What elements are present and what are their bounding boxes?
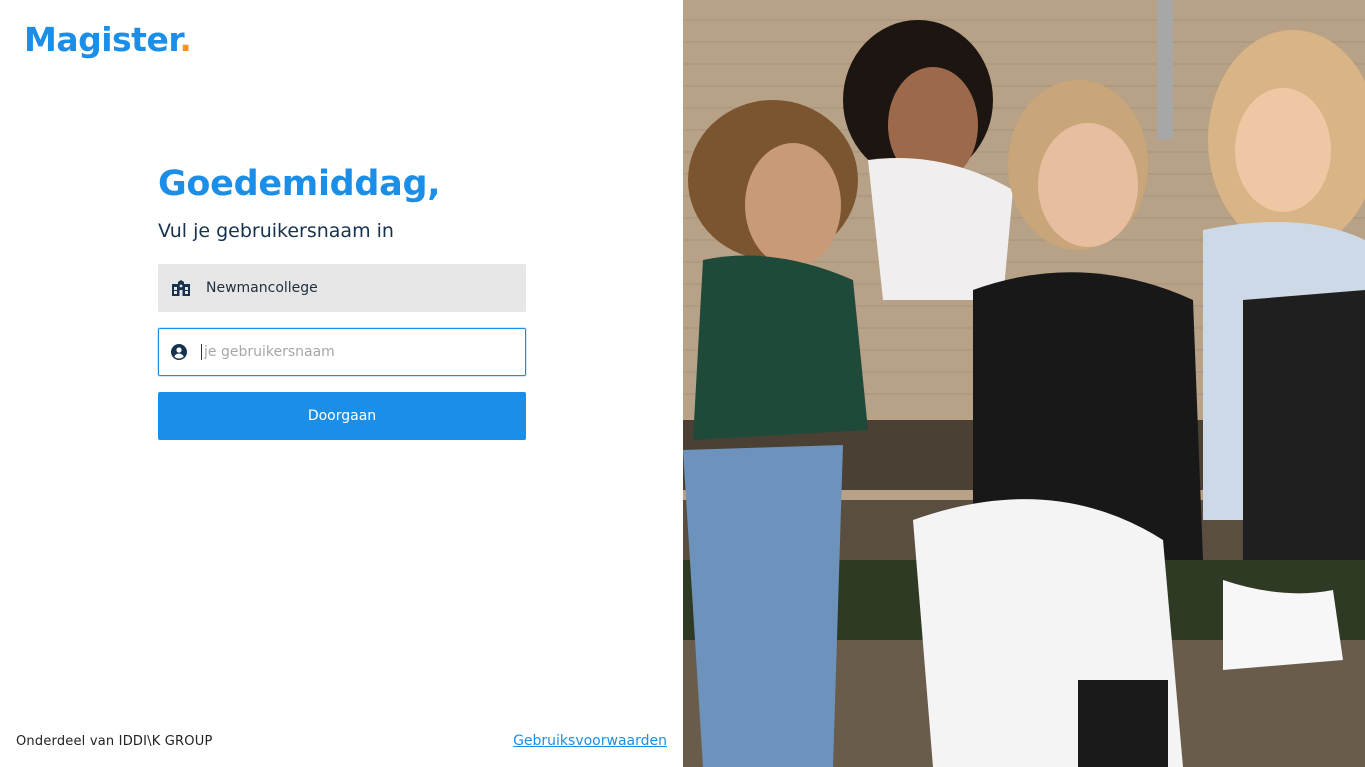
logo-text: Magister (24, 20, 180, 59)
form-subtitle: Vul je gebruikersnaam in (158, 220, 394, 242)
terms-link[interactable]: Gebruiksvoorwaarden (513, 733, 667, 749)
greeting-title: Goedemiddag, (158, 164, 441, 204)
login-form: Goedemiddag, Vul je gebruikersnaam in Ne… (158, 160, 526, 440)
continue-button[interactable]: Doorgaan (158, 392, 526, 440)
login-panel: Magister. Goedemiddag, Vul je gebruikers… (0, 0, 683, 767)
username-field[interactable] (158, 328, 526, 376)
iddink-group-brand: Onderdeel van IDDI\K GROUP (16, 734, 213, 749)
magister-logo: Magister. (24, 18, 192, 62)
school-selector[interactable]: Newmancollege (158, 264, 526, 312)
username-input[interactable] (201, 344, 504, 360)
hero-photo-illustration (683, 0, 1365, 767)
school-building-icon (170, 279, 192, 297)
login-page: Magister. Goedemiddag, Vul je gebruikers… (0, 0, 1365, 767)
user-circle-icon (171, 344, 187, 360)
school-name: Newmancollege (206, 280, 318, 296)
hero-photo (683, 0, 1365, 767)
logo-dot: . (179, 20, 192, 59)
